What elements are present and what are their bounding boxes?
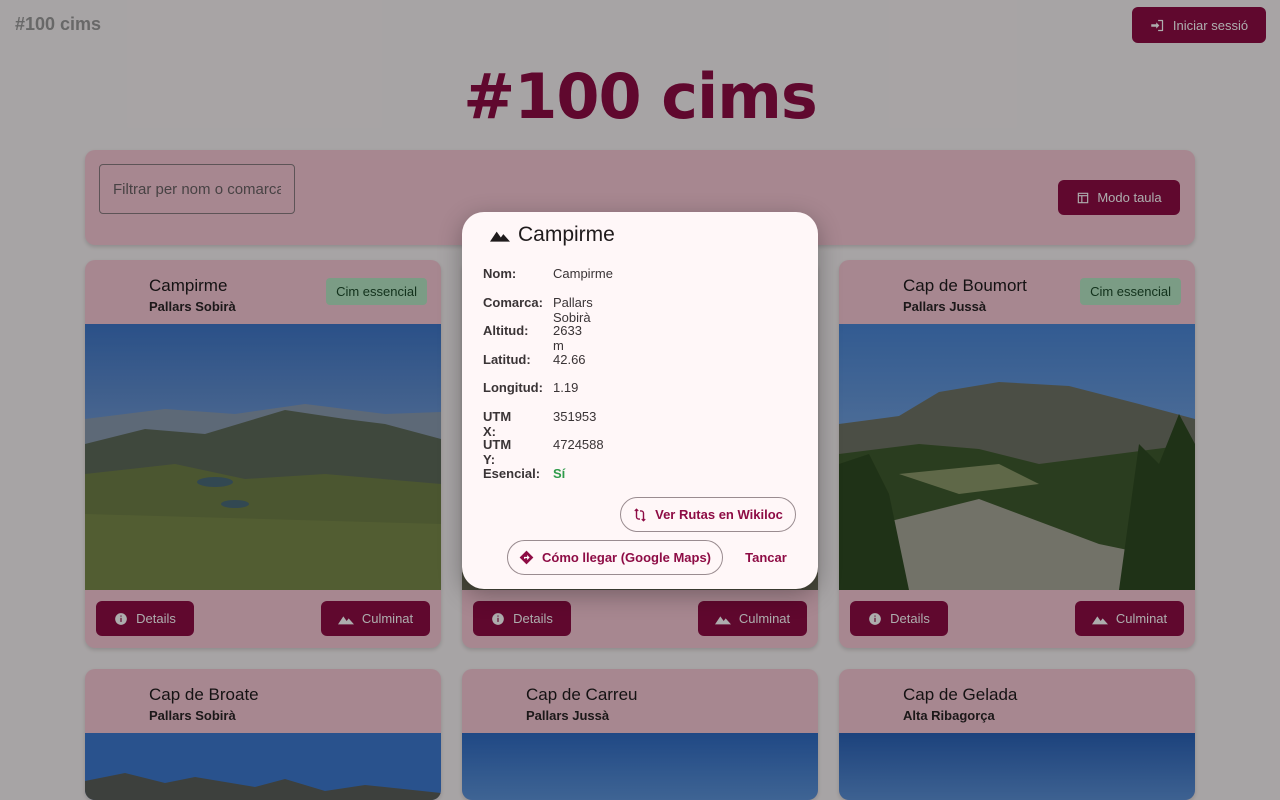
detail-value: 351953 <box>553 408 597 424</box>
detail-label: UTM X: <box>483 408 512 439</box>
detail-value: 2633 m <box>553 323 582 353</box>
peak-detail-dialog: Campirme Nom: Campirme Comarca: Pallars So… <box>462 212 818 589</box>
dialog-title-text: Campirme <box>518 223 615 246</box>
wikiloc-label: Ver Rutas en Wikiloc <box>655 507 783 522</box>
google-maps-button[interactable]: Cómo llegar (Google Maps) <box>507 540 723 575</box>
mountain-icon <box>490 228 510 242</box>
detail-value: 1.19 <box>553 380 579 395</box>
detail-label: Altitud: <box>483 323 529 338</box>
detail-label: UTM Y: <box>483 437 512 467</box>
wikiloc-routes-button[interactable]: Ver Rutas en Wikiloc <box>620 497 796 532</box>
detail-value: 4724588 <box>553 437 604 452</box>
detail-value: 42.66 <box>553 351 586 367</box>
detail-label: Longitud: <box>483 380 543 395</box>
route-icon <box>633 507 647 522</box>
detail-label: Nom: <box>483 266 517 281</box>
google-maps-label: Cómo llegar (Google Maps) <box>541 550 711 565</box>
detail-label: Comarca: <box>483 294 543 310</box>
essential-value: Sí <box>553 465 566 481</box>
dialog-title: Campirme <box>490 223 615 247</box>
directions-icon <box>519 550 534 565</box>
detail-value: Campirme <box>553 266 613 281</box>
detail-label: Esencial: <box>483 465 541 481</box>
close-button[interactable]: Tancar <box>735 540 797 575</box>
page: #100 cims Iniciar sessió #100 cims Modo … <box>0 0 1280 800</box>
detail-value: Pallars Sobirà <box>553 294 593 325</box>
detail-label: Latitud: <box>483 351 531 367</box>
